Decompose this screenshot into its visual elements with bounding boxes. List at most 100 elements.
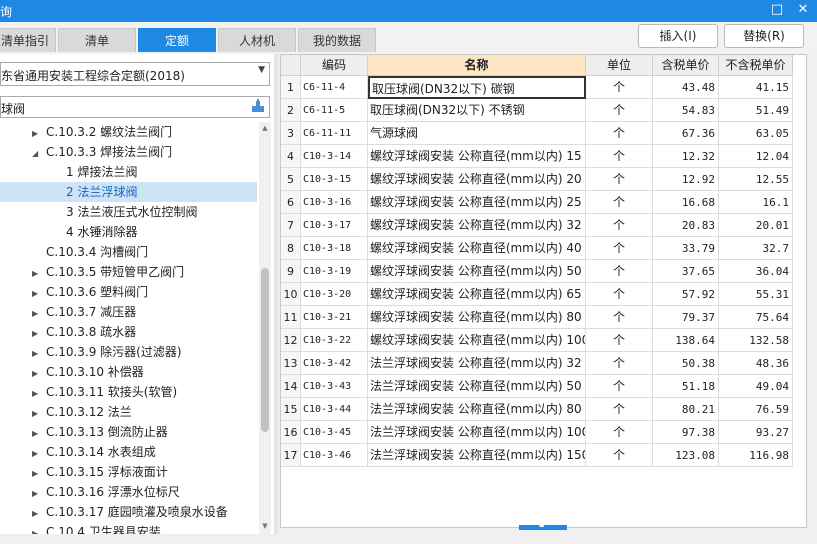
header-unit[interactable]: 单位 (586, 55, 653, 76)
cell-code[interactable]: C10-3-45 (301, 421, 368, 444)
cell-price-tax[interactable]: 43.48 (653, 76, 719, 99)
tab-my-data[interactable]: 我的数据 (298, 28, 376, 52)
cell-price-tax[interactable]: 67.36 (653, 122, 719, 145)
row-number[interactable]: 15 (281, 398, 301, 421)
row-number[interactable]: 12 (281, 329, 301, 352)
row-number[interactable]: 1 (281, 76, 301, 99)
cell-price-notax[interactable]: 49.04 (719, 375, 793, 398)
cell-price-notax[interactable]: 48.36 (719, 352, 793, 375)
cell-price-notax[interactable]: 20.01 (719, 214, 793, 237)
collapsed-caret-icon[interactable]: ▶ (32, 464, 46, 484)
cell-name[interactable]: 法兰浮球阀安装 公称直径(mm以内) 50 (368, 375, 586, 398)
row-number[interactable]: 7 (281, 214, 301, 237)
cell-name[interactable]: 气源球阀 (368, 122, 586, 145)
quota-library-select[interactable]: 东省通用安装工程综合定额(2018) ▼ (0, 62, 270, 86)
cell-price-tax[interactable]: 54.83 (653, 99, 719, 122)
cell-price-tax[interactable]: 37.65 (653, 260, 719, 283)
filter-icon[interactable] (250, 98, 266, 114)
cell-code[interactable]: C10-3-17 (301, 214, 368, 237)
collapsed-caret-icon[interactable]: ▶ (32, 124, 46, 144)
tree-node[interactable]: ▶ C.10.3.6 塑料阀门 (32, 282, 148, 302)
replace-button[interactable]: 替换(R) (724, 24, 804, 48)
cell-unit[interactable]: 个 (586, 306, 653, 329)
cell-price-notax[interactable]: 32.7 (719, 237, 793, 260)
search-input[interactable]: 球阀 (0, 96, 270, 118)
restore-icon[interactable]: □ (766, 0, 788, 22)
collapsed-caret-icon[interactable]: ▶ (32, 424, 46, 444)
cell-unit[interactable]: 个 (586, 398, 653, 421)
collapsed-caret-icon[interactable]: ▶ (32, 404, 46, 424)
tree-node[interactable]: ▶ C.10.3.9 除污器(过滤器) (32, 342, 182, 362)
row-number[interactable]: 5 (281, 168, 301, 191)
expanded-caret-icon[interactable]: ◢ (32, 144, 46, 164)
row-number[interactable]: 14 (281, 375, 301, 398)
cell-code[interactable]: C10-3-46 (301, 444, 368, 467)
cell-unit[interactable]: 个 (586, 191, 653, 214)
cell-name[interactable]: 螺纹浮球阀安装 公称直径(mm以内) 50 (368, 260, 586, 283)
cell-price-notax[interactable]: 51.49 (719, 99, 793, 122)
tree-node[interactable]: ▶ C.10.3.15 浮标液面计 (32, 462, 168, 482)
tree-scrollbar[interactable]: ▲ ▼ (259, 122, 271, 534)
cell-price-tax[interactable]: 80.21 (653, 398, 719, 421)
cell-code[interactable]: C10-3-44 (301, 398, 368, 421)
cell-name[interactable]: 法兰浮球阀安装 公称直径(mm以内) 150 (368, 444, 586, 467)
cell-code[interactable]: C10-3-16 (301, 191, 368, 214)
cell-price-notax[interactable]: 132.58 (719, 329, 793, 352)
tree-node[interactable]: ▶ C.10.3.10 补偿器 (32, 362, 144, 382)
cell-code[interactable]: C10-3-15 (301, 168, 368, 191)
cell-unit[interactable]: 个 (586, 375, 653, 398)
cell-name[interactable]: 取压球阀(DN32以下) 碳钢 (368, 76, 586, 99)
cell-price-tax[interactable]: 16.68 (653, 191, 719, 214)
tree-node[interactable]: ▶ C.10.3.5 带短管甲乙阀门 (32, 262, 184, 282)
tab-labor-material-machine[interactable]: 人材机 (218, 28, 296, 52)
tree-node[interactable]: ▶ C.10.3.7 减压器 (32, 302, 136, 322)
cell-price-tax[interactable]: 12.32 (653, 145, 719, 168)
row-number[interactable]: 11 (281, 306, 301, 329)
cell-price-notax[interactable]: 41.15 (719, 76, 793, 99)
collapsed-caret-icon[interactable]: ▶ (32, 364, 46, 384)
cell-price-tax[interactable]: 50.38 (653, 352, 719, 375)
cell-unit[interactable]: 个 (586, 260, 653, 283)
tree-node[interactable]: ▶ C.10.3.13 倒流防止器 (32, 422, 168, 442)
cell-unit[interactable]: 个 (586, 168, 653, 191)
collapsed-caret-icon[interactable]: ▶ (32, 324, 46, 344)
row-number[interactable]: 17 (281, 444, 301, 467)
cell-code[interactable]: C10-3-20 (301, 283, 368, 306)
close-icon[interactable]: ✕ (792, 0, 814, 22)
cell-code[interactable]: C6-11-11 (301, 122, 368, 145)
cell-price-tax[interactable]: 33.79 (653, 237, 719, 260)
cell-unit[interactable]: 个 (586, 76, 653, 99)
cell-price-tax[interactable]: 57.92 (653, 283, 719, 306)
cell-unit[interactable]: 个 (586, 421, 653, 444)
cell-price-tax[interactable]: 51.18 (653, 375, 719, 398)
cell-name[interactable]: 螺纹浮球阀安装 公称直径(mm以内) 20 (368, 168, 586, 191)
row-number[interactable]: 10 (281, 283, 301, 306)
cell-price-notax[interactable]: 75.64 (719, 306, 793, 329)
cell-unit[interactable]: 个 (586, 214, 653, 237)
collapsed-caret-icon[interactable]: ▶ (32, 304, 46, 324)
tree-node[interactable]: 1 焊接法兰阀 (52, 162, 137, 182)
cell-unit[interactable]: 个 (586, 329, 653, 352)
cell-price-notax[interactable]: 93.27 (719, 421, 793, 444)
row-number[interactable]: 4 (281, 145, 301, 168)
cell-price-tax[interactable]: 20.83 (653, 214, 719, 237)
cell-unit[interactable]: 个 (586, 352, 653, 375)
cell-unit[interactable]: 个 (586, 283, 653, 306)
cell-price-notax[interactable]: 12.55 (719, 168, 793, 191)
cell-unit[interactable]: 个 (586, 145, 653, 168)
cell-code[interactable]: C10-3-42 (301, 352, 368, 375)
collapsed-caret-icon[interactable]: ▶ (32, 344, 46, 364)
cell-unit[interactable]: 个 (586, 237, 653, 260)
cell-price-notax[interactable]: 55.31 (719, 283, 793, 306)
collapsed-caret-icon[interactable]: ▶ (32, 444, 46, 464)
cell-price-notax[interactable]: 12.04 (719, 145, 793, 168)
tree-node[interactable]: 4 水锤消除器 (52, 222, 137, 242)
tree-node[interactable]: ▶ C.10.3.2 螺纹法兰阀门 (32, 122, 172, 142)
cell-code[interactable]: C6-11-5 (301, 99, 368, 122)
cell-name[interactable]: 螺纹浮球阀安装 公称直径(mm以内) 100 (368, 329, 586, 352)
cell-price-tax[interactable]: 97.38 (653, 421, 719, 444)
header-price-tax[interactable]: 含税单价 (653, 55, 719, 76)
panel-splitter[interactable] (274, 54, 278, 534)
cell-name[interactable]: 法兰浮球阀安装 公称直径(mm以内) 80 (368, 398, 586, 421)
row-number[interactable]: 9 (281, 260, 301, 283)
